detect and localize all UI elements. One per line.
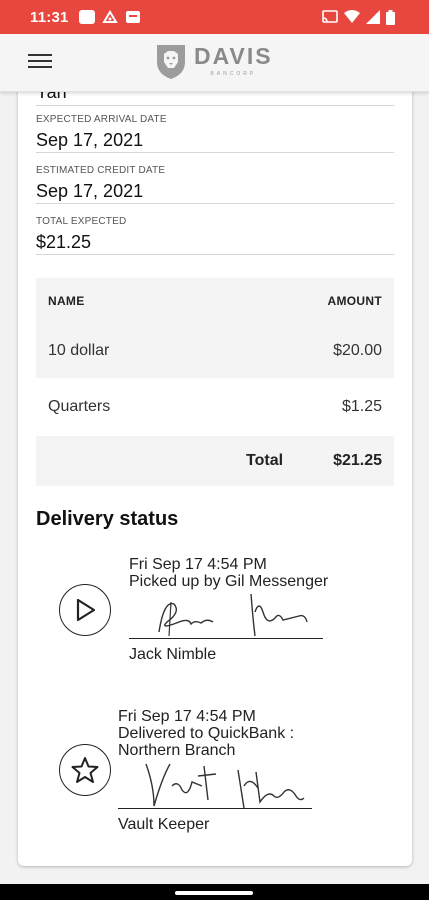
field-value: Sep 17, 2021 <box>36 130 144 150</box>
row-amount: $20.00 <box>333 342 382 359</box>
notification-app-icon <box>78 10 95 24</box>
menu-icon <box>28 54 52 56</box>
row-name: 10 dollar <box>48 342 110 359</box>
signature-image <box>118 756 328 812</box>
system-nav-bar <box>0 884 429 900</box>
cast-icon <box>322 10 338 23</box>
battery-icon <box>386 9 395 25</box>
table-row: Quarters $1.25 <box>36 380 394 434</box>
signature-drawing <box>158 593 308 637</box>
event-status-button[interactable] <box>59 744 111 796</box>
currency-table: NAME AMOUNT 10 dollar $20.00 Quarters $1… <box>36 278 394 486</box>
total-value: $21.25 <box>333 452 382 469</box>
wifi-icon <box>344 10 360 23</box>
field-value: Sep 17, 2021 <box>36 181 144 201</box>
home-gesture-handle[interactable] <box>175 891 253 895</box>
signature-drawing <box>145 763 305 809</box>
event-datetime: Fri Sep 17 4:54 PM <box>129 556 267 573</box>
event-datetime: Fri Sep 17 4:54 PM <box>118 708 256 725</box>
logo-subtitle: BANCORP <box>210 71 257 77</box>
app-bar: DAVIS BANCORP <box>0 34 429 92</box>
event-description: Delivered to QuickBank : <box>118 725 295 742</box>
app-logo: DAVIS BANCORP <box>154 42 273 80</box>
total-expected-field: TOTAL EXPECTED $21.25 <box>36 216 394 255</box>
field-label: EXPECTED ARRIVAL DATE <box>36 114 167 125</box>
column-header-amount: AMOUNT <box>327 294 382 308</box>
delivery-detail-card: Yan EXPECTED ARRIVAL DATE Sep 17, 2021 E… <box>18 70 412 866</box>
estimated-credit-field: ESTIMATED CREDIT DATE Sep 17, 2021 <box>36 165 394 204</box>
signature-line <box>118 808 312 809</box>
star-icon <box>71 757 99 783</box>
total-label: Total <box>246 452 284 469</box>
row-name: Quarters <box>48 398 111 415</box>
event-status-button[interactable] <box>59 584 111 636</box>
field-value: $21.25 <box>36 232 92 252</box>
play-icon <box>76 598 96 622</box>
event-description: Picked up by Gil Messenger <box>129 573 329 590</box>
field-label: TOTAL EXPECTED <box>36 216 127 227</box>
table-total-row: Total $21.25 <box>36 436 394 486</box>
expected-arrival-field: EXPECTED ARRIVAL DATE Sep 17, 2021 <box>36 114 394 153</box>
message-notification-icon <box>125 11 140 23</box>
table-header-row: NAME AMOUNT <box>36 278 394 324</box>
field-label: ESTIMATED CREDIT DATE <box>36 165 166 176</box>
signature-line <box>129 638 323 639</box>
status-time: 11:31 <box>30 8 69 26</box>
delivery-notification-icon <box>101 10 118 23</box>
menu-button[interactable] <box>28 54 52 72</box>
table-row: 10 dollar $20.00 <box>36 324 394 378</box>
row-amount: $1.25 <box>341 398 382 415</box>
delivery-status-heading: Delivery status <box>36 508 179 530</box>
logo-name: DAVIS <box>194 43 273 69</box>
signer-name: Vault Keeper <box>118 816 210 833</box>
signature-image <box>129 592 329 642</box>
status-bar: 11:31 <box>0 0 429 34</box>
lion-shield-icon <box>157 45 185 79</box>
signal-icon <box>366 10 380 24</box>
signer-name: Jack Nimble <box>129 646 217 663</box>
column-header-name: NAME <box>48 294 85 308</box>
